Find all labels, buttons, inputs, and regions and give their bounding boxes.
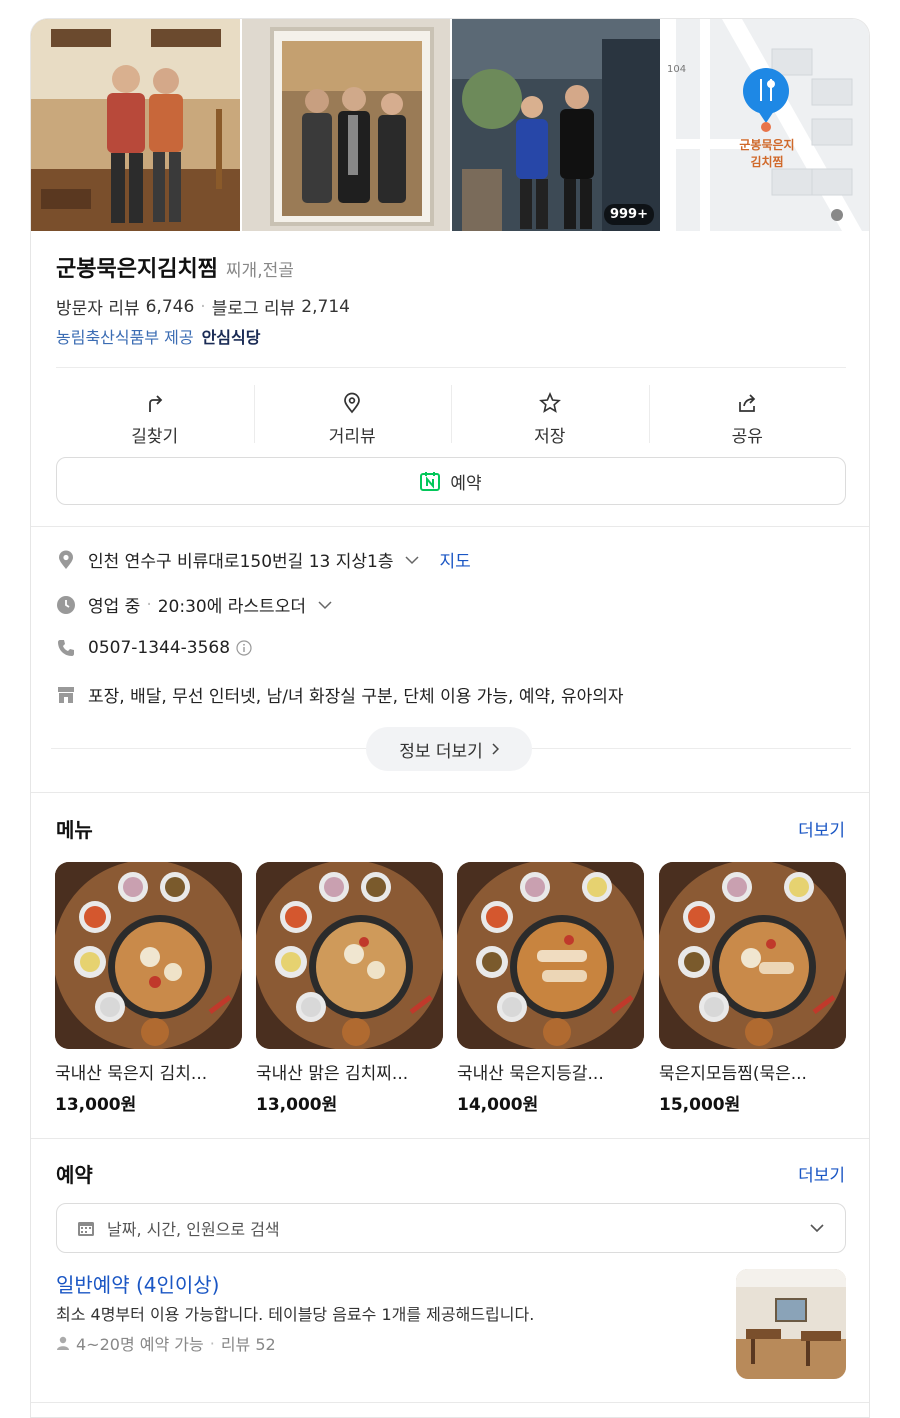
menu-item-name: 국내산 묵은지등갈... (457, 1064, 604, 1084)
menu-item-price: 13,000원 (256, 1095, 338, 1115)
person-icon (57, 1336, 69, 1350)
menu-item-name: 국내산 묵은지 김치... (55, 1064, 208, 1084)
chevron-down-icon[interactable] (318, 600, 332, 610)
menu-item-image (457, 862, 644, 1049)
hours-row: 영업 중 · 20:30에 라스트오더 (56, 592, 332, 617)
chevron-right-icon (492, 743, 499, 755)
photo-count-badge: 999+ (603, 204, 654, 225)
location-pin-icon (344, 392, 361, 414)
map-pin-label: 군봉묵은지 김치찜 (739, 138, 795, 169)
booking-search-placeholder: 날짜, 시간, 인원으로 검색 (107, 1220, 280, 1239)
menu-item-image (55, 862, 242, 1049)
store-icon (56, 685, 76, 705)
menu-item[interactable]: 국내산 맑은 김치찌... 13,000원 (256, 862, 443, 1115)
place-card: 999+ 군봉묵은지 김치찜 104 군봉묵은지김치찜 찌개,전골 방문자 리뷰… (30, 18, 870, 1418)
chevron-down-icon[interactable] (405, 555, 420, 565)
place-category: 찌개,전골 (225, 261, 294, 281)
photo-1[interactable] (31, 19, 240, 231)
amenities-text: 포장, 배달, 무선 인터넷, 남/녀 화장실 구분, 단체 이용 가능, 예약… (88, 687, 624, 707)
clock-icon (56, 595, 76, 615)
hours-detail: 20:30에 라스트오더 (157, 597, 306, 617)
section-divider (31, 526, 869, 527)
menu-item-price: 15,000원 (659, 1095, 741, 1115)
booking-option-title[interactable]: 일반예약 (4인이상) (56, 1269, 220, 1298)
naver-booking-icon (420, 472, 441, 491)
booking-reviews: 리뷰 52 (220, 1335, 276, 1354)
star-icon (538, 392, 561, 413)
title-row: 군봉묵은지김치찜 찌개,전골 (56, 251, 294, 283)
info-icon[interactable] (236, 640, 252, 656)
phone-row: 0507-1344-3568 (56, 638, 252, 658)
blog-review-count[interactable]: 2,714 (301, 297, 350, 317)
share-label: 공유 (731, 427, 763, 447)
reserve-button[interactable]: 예약 (56, 457, 846, 505)
menu-item[interactable]: 국내산 묵은지등갈... 14,000원 (457, 862, 644, 1115)
save-label: 저장 (534, 427, 566, 447)
booking-option-desc: 최소 4명부터 이용 가능합니다. 테이블당 음료수 1개를 제공해드립니다. (56, 1305, 535, 1324)
menu-item[interactable]: 국내산 묵은지 김치... 13,000원 (55, 862, 242, 1115)
menu-item-name: 묵은지모듬찜(묵은... (659, 1064, 807, 1084)
directions-icon (148, 395, 163, 412)
menu-item-image (659, 862, 846, 1049)
photo-2[interactable] (242, 19, 450, 231)
address-text: 인천 연수구 비류대로150번길 13 지상1층 (88, 552, 394, 572)
calendar-icon (78, 1222, 94, 1236)
section-divider (31, 792, 869, 793)
visitor-review-label[interactable]: 방문자 리뷰 (56, 294, 140, 319)
more-info-label: 정보 더보기 (399, 741, 483, 762)
separator-dot: · (209, 1333, 215, 1353)
share-button[interactable]: 공유 (648, 377, 847, 462)
section-divider (31, 1138, 869, 1139)
address-row: 인천 연수구 비류대로150번길 13 지상1층 지도 (56, 547, 471, 572)
section-divider (31, 1402, 869, 1403)
save-button[interactable]: 저장 (451, 377, 649, 462)
action-bar: 길찾기 거리뷰 저장 공유 (56, 377, 846, 462)
blog-review-label[interactable]: 블로그 리뷰 (212, 294, 296, 319)
menu-item-price: 13,000원 (55, 1095, 137, 1115)
map-number: 104 (667, 64, 687, 75)
location-icon (56, 550, 76, 570)
place-title[interactable]: 군봉묵은지김치찜 (56, 251, 218, 283)
amenities-row: 포장, 배달, 무선 인터넷, 남/녀 화장실 구분, 단체 이용 가능, 예약… (56, 682, 624, 707)
menu-more-link[interactable]: 더보기 (798, 816, 845, 841)
booking-option-image[interactable] (736, 1269, 846, 1379)
streetview-label: 거리뷰 (328, 427, 376, 447)
reserve-label: 예약 (450, 473, 482, 494)
booking-capacity: 4~20명 예약 가능 (76, 1335, 204, 1354)
photo-3[interactable]: 999+ (452, 19, 660, 231)
more-info-button[interactable]: 정보 더보기 (366, 727, 532, 771)
chevron-down-icon (810, 1224, 824, 1233)
booking-section-title: 예약 (56, 1163, 93, 1187)
visitor-review-count[interactable]: 6,746 (146, 297, 195, 317)
phone-icon (56, 638, 76, 658)
map-thumbnail[interactable]: 군봉묵은지 김치찜 104 (662, 19, 869, 231)
menu-section-title: 메뉴 (56, 818, 93, 842)
phone-number[interactable]: 0507-1344-3568 (88, 638, 230, 658)
cert-name: 안심식당 (201, 328, 261, 347)
booking-more-link[interactable]: 더보기 (798, 1161, 845, 1186)
menu-item-image (256, 862, 443, 1049)
photo-strip: 999+ 군봉묵은지 김치찜 104 (31, 19, 869, 231)
hours-status: 영업 중 (88, 597, 141, 617)
menu-item-price: 14,000원 (457, 1095, 539, 1115)
review-summary: 방문자 리뷰 6,746 · 블로그 리뷰 2,714 (56, 294, 350, 320)
menu-item-name: 국내산 맑은 김치찌... (256, 1064, 409, 1084)
menu-item[interactable]: 묵은지모듬찜(묵은... 15,000원 (659, 862, 846, 1115)
divider (56, 367, 846, 368)
separator-dot: · (146, 594, 152, 615)
certification-row: 농림축산식품부 제공 안심식당 (56, 324, 260, 348)
streetview-button[interactable]: 거리뷰 (253, 377, 452, 462)
cert-source[interactable]: 농림축산식품부 제공 (56, 324, 194, 348)
booking-option-meta: 4~20명 예약 가능 · 리뷰 52 (56, 1331, 276, 1355)
directions-button[interactable]: 길찾기 (56, 377, 254, 462)
map-link[interactable]: 지도 (439, 547, 470, 572)
share-icon (739, 394, 756, 412)
booking-search-dropdown[interactable]: 날짜, 시간, 인원으로 검색 (56, 1203, 846, 1253)
separator-dot: · (200, 296, 206, 317)
directions-label: 길찾기 (131, 427, 179, 447)
